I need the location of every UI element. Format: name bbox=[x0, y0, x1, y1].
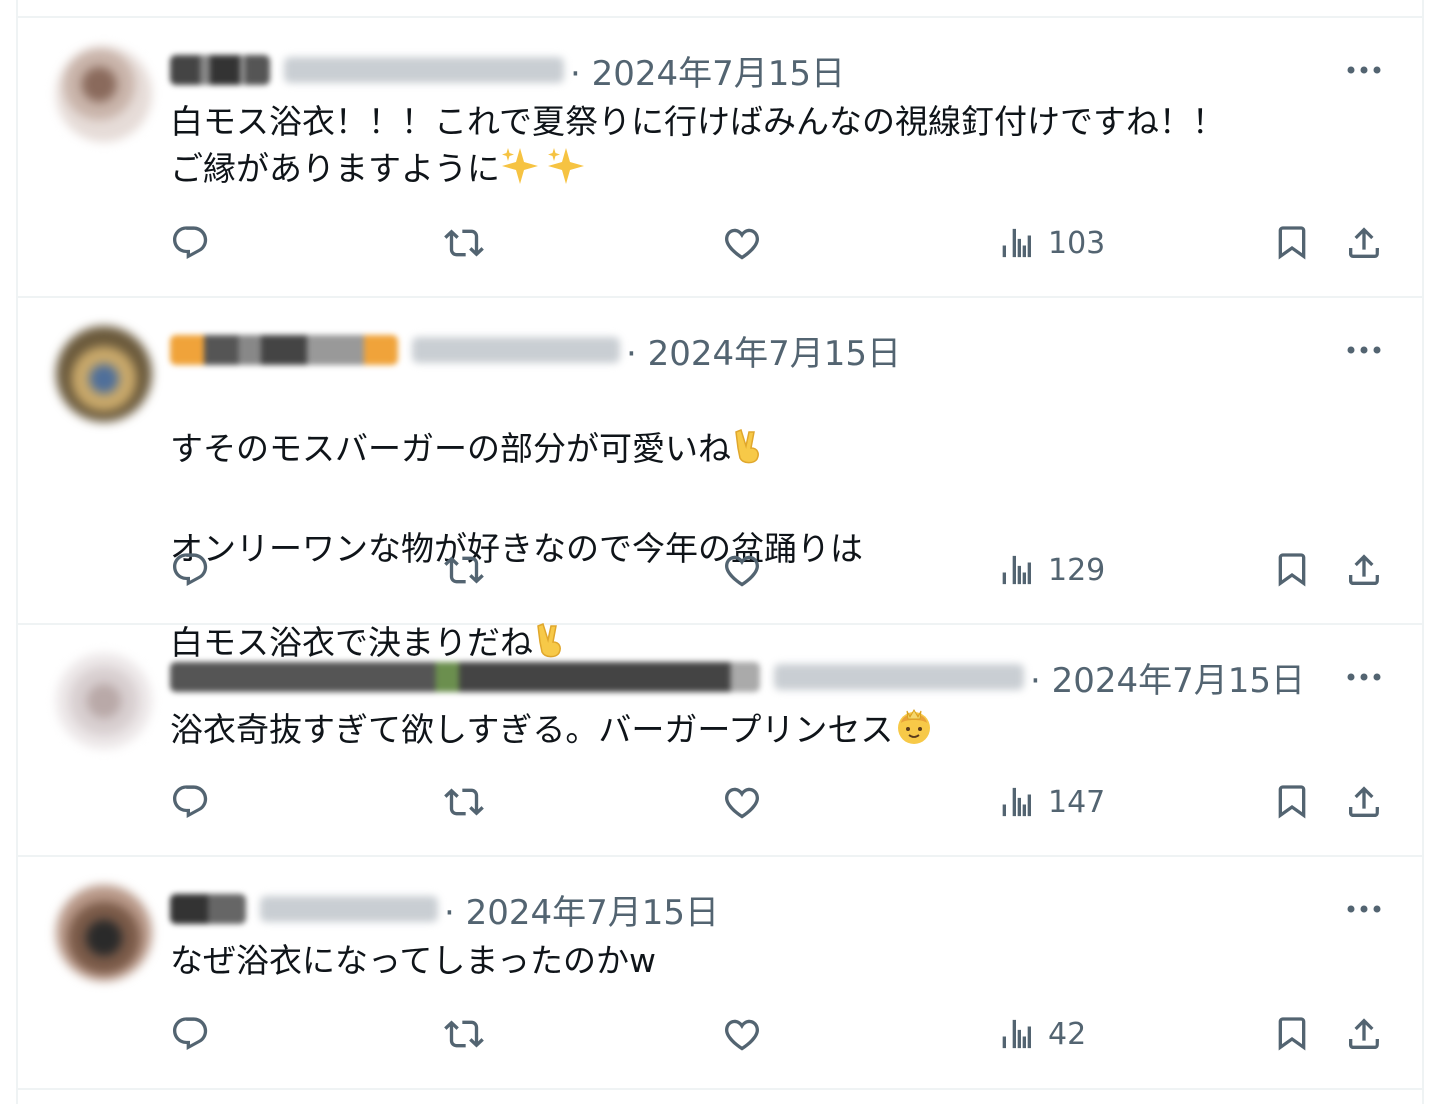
heart-icon bbox=[725, 555, 759, 587]
display-name[interactable] bbox=[170, 662, 760, 692]
bookmark-icon bbox=[1278, 226, 1306, 260]
display-name[interactable] bbox=[170, 335, 398, 365]
repost-button[interactable] bbox=[444, 218, 484, 268]
bookmark-icon bbox=[1278, 785, 1306, 819]
avatar[interactable] bbox=[56, 46, 152, 142]
share-button[interactable] bbox=[1344, 218, 1384, 268]
views-bar-chart-icon bbox=[1002, 787, 1031, 817]
reply-feed: · 2024年7月15日 白モス浴衣！！！これで夏祭りに行けばみんなの視線釘付け… bbox=[16, 0, 1424, 1104]
heart-icon bbox=[725, 228, 759, 260]
more-options-button[interactable] bbox=[1344, 657, 1384, 697]
post-text: 浴衣奇抜すぎて欲しすぎる。バーガープリンセス bbox=[170, 705, 935, 759]
user-handle[interactable] bbox=[412, 337, 620, 363]
user-handle[interactable] bbox=[774, 664, 1024, 690]
repost-button[interactable] bbox=[444, 1009, 484, 1059]
like-button[interactable] bbox=[722, 1009, 762, 1059]
more-options-button[interactable] bbox=[1344, 50, 1384, 90]
avatar[interactable] bbox=[56, 885, 152, 981]
post-date[interactable]: · 2024年7月15日 bbox=[444, 885, 719, 934]
like-button[interactable] bbox=[722, 545, 762, 595]
post-actions: 42 bbox=[18, 1009, 1422, 1059]
repost-icon bbox=[444, 788, 484, 816]
reply-icon bbox=[173, 226, 208, 259]
share-upload-icon bbox=[1349, 227, 1379, 258]
share-button[interactable] bbox=[1344, 545, 1384, 595]
avatar[interactable] bbox=[56, 653, 152, 749]
more-dots-icon bbox=[1347, 346, 1381, 354]
reply-post[interactable]: · 2024年7月15日 浴衣奇抜すぎて欲しすぎる。バーガープリンセス 147 bbox=[18, 625, 1422, 857]
share-upload-icon bbox=[1349, 786, 1379, 817]
reply-icon bbox=[173, 1017, 208, 1050]
divider bbox=[18, 1088, 1422, 1090]
user-handle[interactable] bbox=[260, 896, 438, 922]
views-bar-chart-icon bbox=[1002, 1019, 1031, 1049]
avatar[interactable] bbox=[56, 326, 152, 422]
share-upload-icon bbox=[1349, 554, 1379, 585]
post-header: · 2024年7月15日 bbox=[170, 653, 1305, 702]
reply-icon bbox=[173, 553, 208, 586]
post-actions: 103 bbox=[18, 218, 1422, 268]
post-text: なぜ浴衣になってしまったのかw bbox=[170, 941, 657, 980]
more-options-button[interactable] bbox=[1344, 330, 1384, 370]
post-text: 白モス浴衣！！！これで夏祭りに行けばみんなの視線釘付けですね！！ ご縁があります… bbox=[170, 98, 1225, 198]
post-header: · 2024年7月15日 bbox=[170, 46, 845, 95]
post-date[interactable]: · 2024年7月15日 bbox=[1030, 653, 1305, 702]
post-header: · 2024年7月15日 bbox=[170, 326, 901, 375]
user-handle[interactable] bbox=[284, 57, 564, 83]
views-count: 42 bbox=[1048, 1016, 1087, 1052]
heart-icon bbox=[725, 1019, 759, 1051]
views-count: 129 bbox=[1048, 552, 1106, 588]
reply-post[interactable]: · 2024年7月15日 白モス浴衣！！！これで夏祭りに行けばみんなの視線釘付け… bbox=[18, 18, 1422, 298]
like-button[interactable] bbox=[722, 777, 762, 827]
reply-button[interactable] bbox=[170, 777, 210, 827]
repost-icon bbox=[444, 556, 484, 584]
views-bar-chart-icon bbox=[1002, 228, 1031, 258]
display-name[interactable] bbox=[170, 894, 246, 924]
repost-icon bbox=[444, 229, 484, 257]
bookmark-button[interactable] bbox=[1272, 218, 1312, 268]
post-actions: 129 bbox=[18, 545, 1422, 595]
share-upload-icon bbox=[1349, 1018, 1379, 1049]
reply-post[interactable]: · 2024年7月15日 なぜ浴衣になってしまったのかw 42 bbox=[18, 857, 1422, 1088]
more-dots-icon bbox=[1347, 66, 1381, 74]
reply-button[interactable] bbox=[170, 1009, 210, 1059]
more-dots-icon bbox=[1347, 673, 1381, 681]
post-date[interactable]: · 2024年7月15日 bbox=[626, 326, 901, 375]
bookmark-button[interactable] bbox=[1272, 1009, 1312, 1059]
repost-icon bbox=[444, 1020, 484, 1048]
bookmark-button[interactable] bbox=[1272, 545, 1312, 595]
post-date[interactable]: · 2024年7月15日 bbox=[570, 46, 845, 95]
views-count: 103 bbox=[1048, 225, 1106, 261]
views-count: 147 bbox=[1048, 784, 1106, 820]
views-bar-chart-icon bbox=[1002, 555, 1031, 585]
display-name[interactable] bbox=[170, 55, 270, 85]
views-button[interactable]: 42 bbox=[998, 1009, 1086, 1059]
reply-button[interactable] bbox=[170, 545, 210, 595]
victory-hand-emoji bbox=[731, 426, 767, 478]
repost-button[interactable] bbox=[444, 545, 484, 595]
post-header: · 2024年7月15日 bbox=[170, 885, 719, 934]
views-button[interactable]: 129 bbox=[998, 545, 1105, 595]
more-options-button[interactable] bbox=[1344, 889, 1384, 929]
bookmark-icon bbox=[1278, 1017, 1306, 1051]
views-button[interactable]: 103 bbox=[998, 218, 1105, 268]
reply-button[interactable] bbox=[170, 218, 210, 268]
bookmark-icon bbox=[1278, 553, 1306, 587]
share-button[interactable] bbox=[1344, 777, 1384, 827]
sparkles-emoji bbox=[500, 146, 590, 198]
reply-icon bbox=[173, 785, 208, 818]
heart-icon bbox=[725, 787, 759, 819]
share-button[interactable] bbox=[1344, 1009, 1384, 1059]
post-actions: 147 bbox=[18, 777, 1422, 827]
more-dots-icon bbox=[1347, 905, 1381, 913]
views-button[interactable]: 147 bbox=[998, 777, 1105, 827]
reply-post[interactable]: · 2024年7月15日 すそのモスバーガーの部分が可愛いね オンリーワンな物が… bbox=[18, 298, 1422, 662]
bookmark-button[interactable] bbox=[1272, 777, 1312, 827]
repost-button[interactable] bbox=[444, 777, 484, 827]
like-button[interactable] bbox=[722, 218, 762, 268]
princess-emoji bbox=[893, 705, 935, 759]
